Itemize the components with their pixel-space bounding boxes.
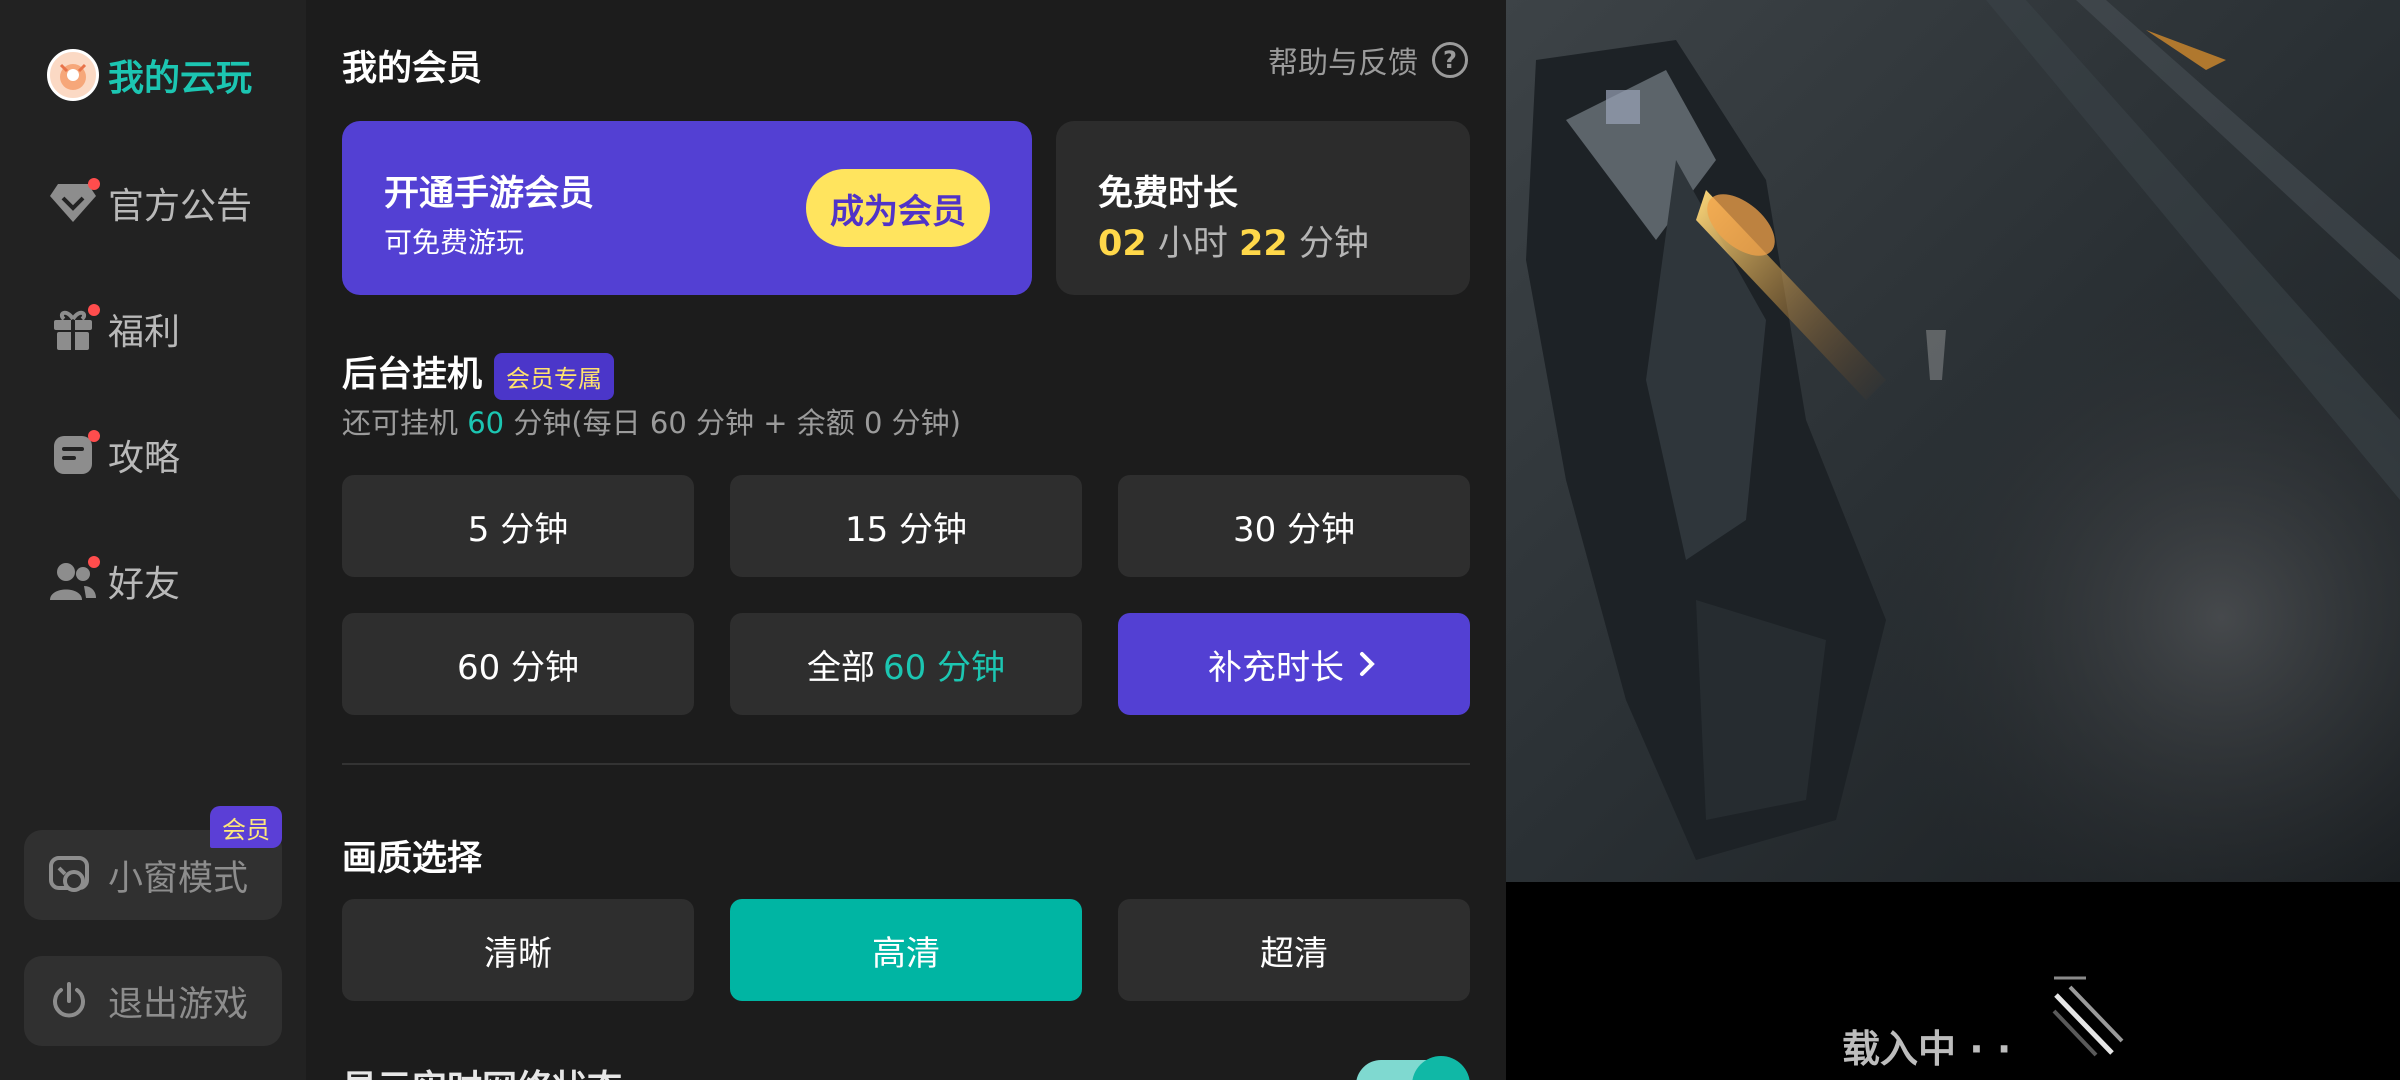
member-exclusive-badge: 会员专属 [494, 352, 615, 400]
note-icon [46, 428, 100, 482]
recharge-label: 补充时长 [1208, 647, 1344, 688]
idle-30min-button[interactable]: 30 分钟 [1118, 475, 1470, 577]
notification-dot [88, 556, 100, 568]
remaining-value: 60 [467, 406, 505, 440]
exit-game-label: 退出游戏 [108, 984, 249, 1025]
quality-uhd-button[interactable]: 超清 [1118, 899, 1470, 1001]
minutes-unit: 分钟 [1298, 224, 1369, 264]
remaining-prefix: 还可挂机 [342, 406, 459, 440]
sidebar-item-welfare[interactable]: 福利 [46, 294, 180, 364]
avatar-icon [46, 48, 100, 102]
loading-spinner-icon [2052, 976, 2124, 1057]
power-icon [46, 978, 92, 1024]
loading-text: 载入中 · · [1842, 1027, 2012, 1071]
sidebar-item-label: 攻略 [108, 438, 181, 479]
remaining-suffix: 分钟(每日 60 分钟 + 余额 0 分钟) [513, 406, 961, 440]
member-panel: 我的会员 帮助与反馈 ? 开通手游会员 可免费游玩 成为会员 免费时长 02 小… [306, 0, 1506, 1080]
free-time-value: 02 小时 22 分钟 [1098, 215, 1369, 266]
sidebar-item-label: 福利 [108, 312, 181, 353]
notification-dot [88, 304, 100, 316]
become-member-button[interactable]: 成为会员 [806, 169, 990, 247]
network-status-toggle[interactable] [1356, 1056, 1470, 1080]
gift-icon [46, 302, 100, 356]
question-icon: ? [1432, 42, 1468, 78]
idle-5min-button[interactable]: 5 分钟 [342, 475, 694, 577]
free-hours: 02 [1098, 224, 1147, 264]
quality-clear-button[interactable]: 清晰 [342, 899, 694, 1001]
idle-15min-button[interactable]: 15 分钟 [730, 475, 1082, 577]
toggle-knob [1412, 1056, 1470, 1080]
idle-60min-button[interactable]: 60 分钟 [342, 613, 694, 715]
hours-unit: 小时 [1157, 224, 1228, 264]
vip-badge: 会员 [210, 806, 282, 848]
quality-section-title: 画质选择 [342, 839, 483, 879]
idle-title: 后台挂机 [342, 355, 483, 395]
divider [342, 763, 1470, 765]
sidebar: 我的云玩 官方公告 福利 攻略 好友 小窗模式 会员 退出游戏 [0, 0, 306, 1080]
free-time-title: 免费时长 [1098, 174, 1239, 214]
sidebar-item-my-cloud[interactable]: 我的云玩 [46, 40, 252, 110]
idle-all-value: 60 分钟 [882, 647, 1006, 688]
notification-dot [88, 430, 100, 442]
idle-all-label: 全部 [806, 647, 875, 688]
mini-window-label: 小窗模式 [108, 858, 249, 899]
free-time-card: 免费时长 02 小时 22 分钟 [1056, 121, 1470, 295]
vip-card: 开通手游会员 可免费游玩 成为会员 [342, 121, 1032, 295]
page-title: 我的会员 [342, 49, 483, 89]
game-view[interactable]: 载入中 · · [1506, 0, 2400, 1080]
notification-dot [88, 178, 100, 190]
sidebar-item-label: 好友 [108, 564, 181, 605]
sidebar-item-label: 官方公告 [108, 186, 253, 227]
chevron-right-icon [1360, 652, 1375, 676]
recharge-time-button[interactable]: 补充时长 [1118, 613, 1470, 715]
free-minutes: 22 [1239, 224, 1288, 264]
help-feedback-link[interactable]: 帮助与反馈 ? [1268, 38, 1468, 82]
vip-card-title: 开通手游会员 [384, 174, 595, 214]
network-status-title: 显示实时网络状态 [342, 1060, 622, 1080]
help-label: 帮助与反馈 [1268, 46, 1418, 81]
game-scene-image [1506, 0, 2400, 882]
friends-icon [46, 554, 100, 608]
idle-remaining-text: 还可挂机 60 分钟(每日 60 分钟 + 余额 0 分钟) [342, 400, 961, 442]
avatar [47, 49, 99, 101]
sidebar-item-friends[interactable]: 好友 [46, 546, 180, 616]
sidebar-item-guide[interactable]: 攻略 [46, 420, 180, 490]
vip-card-subtitle: 可免费游玩 [384, 226, 525, 259]
idle-all-button[interactable]: 全部 60 分钟 [730, 613, 1082, 715]
mini-window-icon [46, 852, 92, 898]
diamond-icon [46, 176, 100, 230]
sidebar-item-announcement[interactable]: 官方公告 [46, 168, 252, 238]
sidebar-item-label: 我的云玩 [108, 58, 253, 99]
exit-game-button[interactable]: 退出游戏 [24, 956, 282, 1046]
idle-section-title: 后台挂机 会员专属 [342, 346, 615, 400]
quality-hd-button[interactable]: 高清 [730, 899, 1082, 1001]
